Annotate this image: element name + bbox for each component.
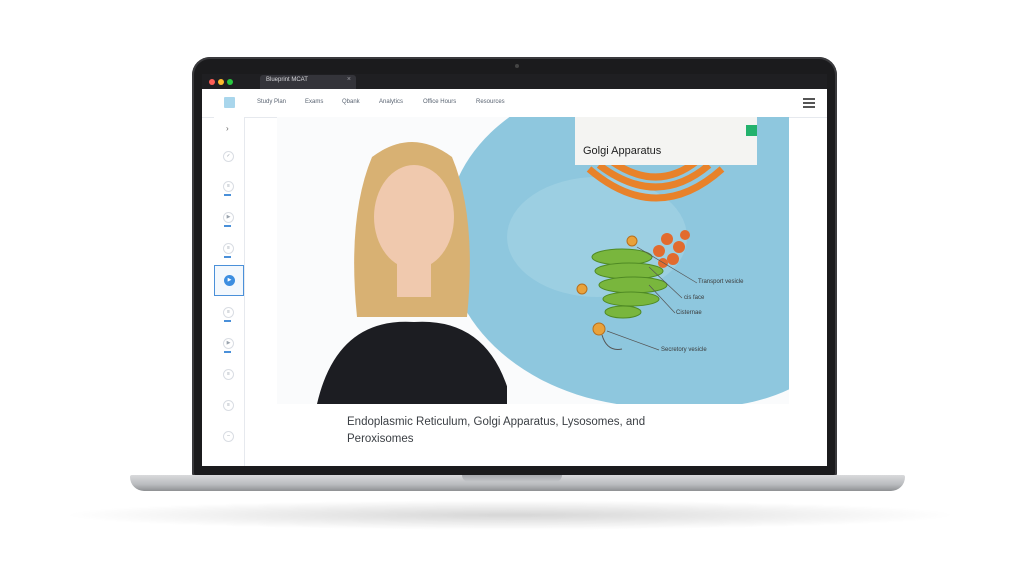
play-icon: ▶ xyxy=(224,275,235,286)
label-secretory-vesicle: Secretory vesicle xyxy=(661,347,707,353)
slide-title-card: Golgi Apparatus xyxy=(575,117,757,165)
nav-resources[interactable]: Resources xyxy=(476,99,505,105)
sidebar-item-reading[interactable]: ≡ xyxy=(223,307,234,318)
top-nav: Study Plan Exams Qbank Analytics Office … xyxy=(202,89,827,118)
nav-qbank[interactable]: Qbank xyxy=(342,99,360,105)
laptop-shadow xyxy=(60,500,960,530)
hamburger-menu-icon[interactable] xyxy=(803,98,815,108)
lesson-title: Endoplasmic Reticulum, Golgi Apparatus, … xyxy=(347,416,646,445)
sidebar-item-reading[interactable]: ≡ xyxy=(223,243,234,254)
lesson-info: Endoplasmic Reticulum, Golgi Apparatus, … xyxy=(277,404,789,466)
laptop-screen: Blueprint MCAT × Study Plan Exams Qbank … xyxy=(202,74,827,466)
laptop-notch xyxy=(462,475,562,482)
minimize-window-icon[interactable] xyxy=(218,79,224,85)
lesson-video-player[interactable]: Golgi Apparatus Transport vesicle cis fa… xyxy=(277,117,789,404)
sidebar-item-current-video[interactable]: ▶ xyxy=(214,265,244,296)
sidebar-item-more[interactable]: – xyxy=(223,431,234,442)
expand-sidebar-icon[interactable]: › xyxy=(226,124,229,133)
sidebar-item-quiz-complete[interactable]: ✓ xyxy=(223,151,234,162)
sidebar-item-reading[interactable]: ≡ xyxy=(223,181,234,192)
browser-tab-title: Blueprint MCAT xyxy=(266,77,308,83)
progress-indicator xyxy=(224,194,231,196)
close-window-icon[interactable] xyxy=(209,79,215,85)
sidebar-item-reading[interactable]: ≡ xyxy=(223,369,234,380)
sidebar-item-video[interactable]: ▶ xyxy=(223,212,234,223)
nav-exams[interactable]: Exams xyxy=(305,99,323,105)
presenter-video-feed xyxy=(317,142,507,404)
sidebar-item-reading[interactable]: ≡ xyxy=(223,400,234,411)
card-badge-icon xyxy=(746,125,757,136)
label-transport-vesicle: Transport vesicle xyxy=(698,279,744,285)
slide-title: Golgi Apparatus xyxy=(583,145,662,157)
lesson-sidebar: › ✓ ≡ ▶ ≡ ▶ ≡ ▶ ≡ ≡ – xyxy=(214,117,245,466)
progress-indicator xyxy=(224,256,231,258)
progress-indicator xyxy=(224,225,231,227)
maximize-window-icon[interactable] xyxy=(227,79,233,85)
nav-study-plan[interactable]: Study Plan xyxy=(257,99,286,105)
nav-analytics[interactable]: Analytics xyxy=(379,99,403,105)
progress-indicator xyxy=(224,351,231,353)
tab-close-icon[interactable]: × xyxy=(347,76,351,83)
browser-tab[interactable]: Blueprint MCAT × xyxy=(260,75,356,89)
progress-indicator xyxy=(224,320,231,322)
sidebar-item-video[interactable]: ▶ xyxy=(223,338,234,349)
label-cisternae: Cisternae xyxy=(676,310,702,316)
blueprint-logo-icon[interactable] xyxy=(224,97,235,108)
browser-chrome: Blueprint MCAT × xyxy=(202,74,827,89)
nav-office-hours[interactable]: Office Hours xyxy=(423,99,456,105)
webcam xyxy=(515,64,519,68)
label-cis-face: cis face xyxy=(684,295,705,301)
